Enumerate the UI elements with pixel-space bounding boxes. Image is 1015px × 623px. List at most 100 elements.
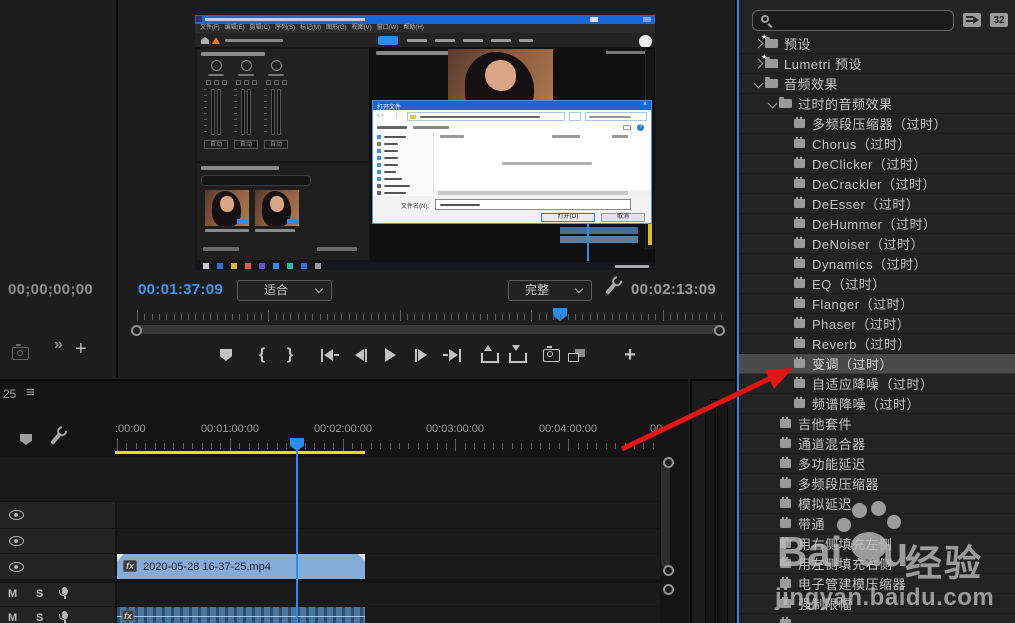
add-button[interactable]: + — [75, 338, 87, 361]
timeline-settings-icon[interactable] — [50, 432, 61, 445]
go-to-out-button[interactable] — [440, 344, 464, 366]
playback-resolution-dropdown[interactable]: 完整 — [508, 280, 592, 301]
effects-panel: 32 预设Lumetri 预设音频效果过时的音频效果多频段压缩器（过时）Chor… — [737, 0, 1015, 623]
dialog-search-box — [585, 112, 647, 121]
ruler-tick — [465, 443, 466, 449]
solo-button[interactable]: S — [36, 612, 43, 623]
play-button[interactable] — [378, 344, 402, 366]
panel-overflow-icon[interactable]: » — [54, 336, 63, 354]
mini-ruler-tick — [159, 314, 160, 320]
export-frame-button[interactable] — [539, 344, 563, 366]
ruler-tick — [249, 443, 250, 449]
extract-button[interactable] — [506, 344, 530, 366]
tree-chevron-slot — [765, 617, 779, 623]
work-area-bar[interactable] — [115, 451, 365, 454]
effect-item-8[interactable]: DeEsser（过时） — [739, 194, 1015, 214]
comparison-view-button[interactable] — [564, 344, 588, 366]
ruler-tick — [343, 439, 344, 451]
effect-item-26[interactable]: 用左侧填充右侧 — [739, 554, 1015, 574]
effect-label: 多频段压缩器 — [798, 474, 879, 493]
panel-menu-icon[interactable]: ≡ — [26, 384, 35, 401]
effect-item-15[interactable]: Reverb（过时） — [739, 334, 1015, 354]
effect-item-13[interactable]: Flanger（过时） — [739, 294, 1015, 314]
effect-item-19[interactable]: 吉他套件 — [739, 414, 1015, 434]
zoom-level-dropdown[interactable]: 适合 — [237, 280, 332, 301]
effect-item-22[interactable]: 多频段压缩器 — [739, 474, 1015, 494]
effect-item-11[interactable]: Dynamics（过时） — [739, 254, 1015, 274]
eye-icon[interactable] — [9, 562, 24, 572]
effect-item-29[interactable] — [739, 614, 1015, 623]
effects-search-input[interactable] — [752, 10, 954, 31]
clip-name: 2020-05-28 16-37-25.mp4 — [143, 561, 271, 573]
effect-item-24[interactable]: 带通 — [739, 514, 1015, 534]
32bit-effects-badge-icon[interactable]: 32 — [990, 13, 1008, 27]
program-scrollbar[interactable] — [137, 325, 723, 334]
tree-chevron[interactable] — [751, 77, 765, 91]
mark-out-button[interactable]: } — [278, 344, 302, 366]
mute-button[interactable]: M — [8, 612, 17, 623]
effect-item-17[interactable]: 自适应降噪（过时） — [739, 374, 1015, 394]
audio-effect-icon — [780, 579, 791, 588]
solo-button[interactable]: S — [36, 588, 43, 600]
scrollbar-right-handle[interactable] — [714, 325, 725, 336]
effect-item-20[interactable]: 通道混合器 — [739, 434, 1015, 454]
effect-item-2[interactable]: 音频效果 — [739, 74, 1015, 94]
mic-icon[interactable] — [62, 611, 67, 619]
add-button[interactable]: + — [618, 344, 642, 366]
effect-item-18[interactable]: 频谱降噪（过时） — [739, 394, 1015, 414]
effect-item-0[interactable]: 预设 — [739, 34, 1015, 54]
lift-button[interactable] — [478, 344, 502, 366]
effect-item-1[interactable]: Lumetri 预设 — [739, 54, 1015, 74]
dialog-address-bar: ‹ › ↑ — [373, 110, 651, 123]
timeline-playhead-line[interactable] — [296, 439, 298, 623]
eye-icon[interactable] — [9, 536, 24, 546]
effect-item-4[interactable]: 多频段压缩器（过时） — [739, 114, 1015, 134]
go-to-in-button[interactable] — [318, 344, 342, 366]
effect-item-28[interactable]: 强制限幅 — [739, 594, 1015, 614]
effect-item-10[interactable]: DeNoiser（过时） — [739, 234, 1015, 254]
scroll-handle[interactable] — [663, 457, 674, 468]
mark-in-button[interactable]: { — [250, 344, 274, 366]
scroll-handle[interactable] — [663, 584, 674, 595]
step-forward-button[interactable] — [409, 344, 433, 366]
mini-ruler-tick — [239, 314, 240, 320]
effect-item-21[interactable]: 多功能延迟 — [739, 454, 1015, 474]
sequence-tab-label[interactable]: 25 — [3, 387, 16, 401]
effect-item-25[interactable]: 用右侧填充左侧 — [739, 534, 1015, 554]
ruler-tick — [164, 443, 165, 449]
mini-ruler-tick — [721, 314, 722, 320]
tree-chevron-slot — [765, 437, 779, 451]
eye-icon[interactable] — [9, 510, 24, 520]
effect-item-6[interactable]: DeClicker（过时） — [739, 154, 1015, 174]
effect-item-12[interactable]: EQ（过时） — [739, 274, 1015, 294]
effect-item-14[interactable]: Phaser（过时） — [739, 314, 1015, 334]
mic-icon[interactable] — [62, 587, 67, 595]
step-back-button[interactable] — [349, 344, 373, 366]
settings-wrench-icon[interactable] — [605, 282, 616, 295]
export-frame-icon[interactable] — [12, 347, 29, 360]
timeline-playhead-head[interactable] — [290, 438, 304, 451]
scrollbar-left-handle[interactable] — [131, 325, 142, 336]
nav-item-icon — [377, 170, 381, 174]
taskbar-app-icon — [259, 263, 265, 269]
effect-item-7[interactable]: DeCrackler（过时） — [739, 174, 1015, 194]
timeline-vscrollbar[interactable] — [661, 461, 670, 567]
timeline-marker-icon[interactable] — [20, 434, 32, 445]
tree-chevron[interactable] — [765, 97, 779, 111]
program-timecode[interactable]: 00:01:37:09 — [138, 281, 223, 298]
effect-item-5[interactable]: Chorus（过时） — [739, 134, 1015, 154]
effect-item-9[interactable]: DeHummer（过时） — [739, 214, 1015, 234]
audio-clip[interactable]: fx — [117, 607, 365, 623]
meter-right — [717, 405, 728, 623]
mini-ruler-tick — [210, 314, 211, 320]
effect-item-3[interactable]: 过时的音频效果 — [739, 94, 1015, 114]
add-marker-button[interactable] — [214, 344, 238, 366]
effect-item-16[interactable]: 变调（过时） — [739, 354, 1015, 374]
effect-item-27[interactable]: 电子管建模压缩器 — [739, 574, 1015, 594]
mute-button[interactable]: M — [8, 588, 17, 600]
effect-item-23[interactable]: 模拟延迟 — [739, 494, 1015, 514]
video-clip[interactable]: fx 2020-05-28 16-37-25.mp4 — [117, 554, 365, 579]
accelerated-effects-badge-icon[interactable] — [963, 13, 981, 27]
effect-label: 多频段压缩器（过时） — [812, 114, 947, 133]
scroll-handle[interactable] — [663, 565, 674, 576]
